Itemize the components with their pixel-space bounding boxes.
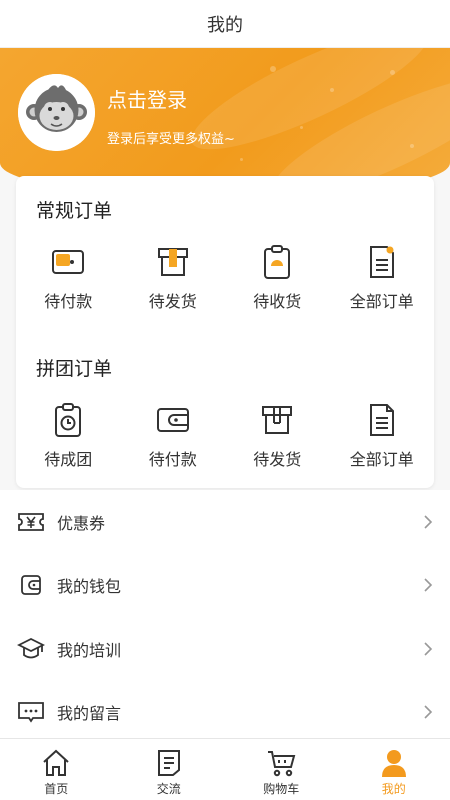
home-icon [40,747,72,779]
orders-card: 常规订单 待付款 待发货 待收货 全部订单 拼团订单 待成团 待付款 待发货 全… [16,176,434,488]
document-icon [364,402,400,438]
menu-label: 我的钱包 [57,577,122,597]
order-label: 全部订单 [349,450,414,469]
box-icon [259,402,295,438]
avatar[interactable] [18,74,95,151]
wallet-icon [17,571,45,599]
menu-item-wallet[interactable]: 我的钱包 [0,554,450,618]
login-button[interactable]: 点击登录 [107,84,187,113]
menu-item-coupons[interactable]: 优惠券 [0,490,450,554]
tab-label: 首页 [44,782,69,796]
tab-label: 我的 [381,782,406,796]
message-icon [17,698,45,726]
order-label: 待发货 [253,450,302,469]
group-orders-title: 拼团订单 [36,358,113,380]
regular-orders-title: 常规订单 [36,200,113,222]
box-icon [155,244,191,280]
menu-label: 我的培训 [57,640,122,660]
regular-order-all[interactable]: 全部订单 [330,244,435,312]
tab-home[interactable]: 首页 [0,739,113,800]
person-icon [378,747,410,779]
order-label: 待成团 [44,450,93,469]
menu-item-messages[interactable]: 我的留言 [0,681,450,745]
login-subtitle: 登录后享受更多权益~ [107,132,235,147]
order-label: 待付款 [148,450,197,469]
menu-label: 我的留言 [57,704,122,724]
order-label: 待收货 [253,292,302,311]
chevron-right-icon [424,642,433,656]
regular-order-pending-receipt[interactable]: 待收货 [225,244,330,312]
regular-order-pending-payment[interactable]: 待付款 [16,244,121,312]
order-label: 全部订单 [349,292,414,311]
page-title: 我的 [207,14,243,36]
tab-label: 购物车 [263,782,300,796]
coupon-icon [17,508,45,536]
regular-orders-row: 待付款 待发货 待收货 全部订单 [16,244,434,312]
menu-label: 优惠券 [57,513,106,533]
chevron-right-icon [424,515,433,529]
tab-label: 交流 [156,782,181,796]
wallet-icon [50,244,86,280]
order-label: 待发货 [148,292,197,311]
regular-order-pending-shipment[interactable]: 待发货 [121,244,226,312]
tab-cart[interactable]: 购物车 [225,739,338,800]
wallet-icon [155,402,191,438]
group-order-pending-group[interactable]: 待成团 [16,402,121,470]
note-icon [153,747,185,779]
tab-mine[interactable]: 我的 [338,739,450,800]
group-orders-row: 待成团 待付款 待发货 全部订单 [16,402,434,470]
document-icon [364,244,400,280]
top-bar: 我的 [0,0,450,48]
group-order-pending-payment[interactable]: 待付款 [121,402,226,470]
menu-list: 优惠券 我的钱包 我的培训 我的留言 [0,490,450,744]
chevron-right-icon [424,705,433,719]
clipboard-icon [259,244,295,280]
group-order-all[interactable]: 全部订单 [330,402,435,470]
menu-item-training[interactable]: 我的培训 [0,617,450,681]
tab-community[interactable]: 交流 [113,739,226,800]
order-label: 待付款 [44,292,93,311]
bottom-tab-bar: 首页 交流 购物车 我的 [0,738,450,800]
graduation-cap-icon [17,635,45,663]
group-order-pending-shipment[interactable]: 待发货 [225,402,330,470]
chevron-right-icon [424,578,433,592]
cart-icon [265,747,297,779]
monkey-avatar-icon [18,74,95,151]
clock-clipboard-icon [50,402,86,438]
